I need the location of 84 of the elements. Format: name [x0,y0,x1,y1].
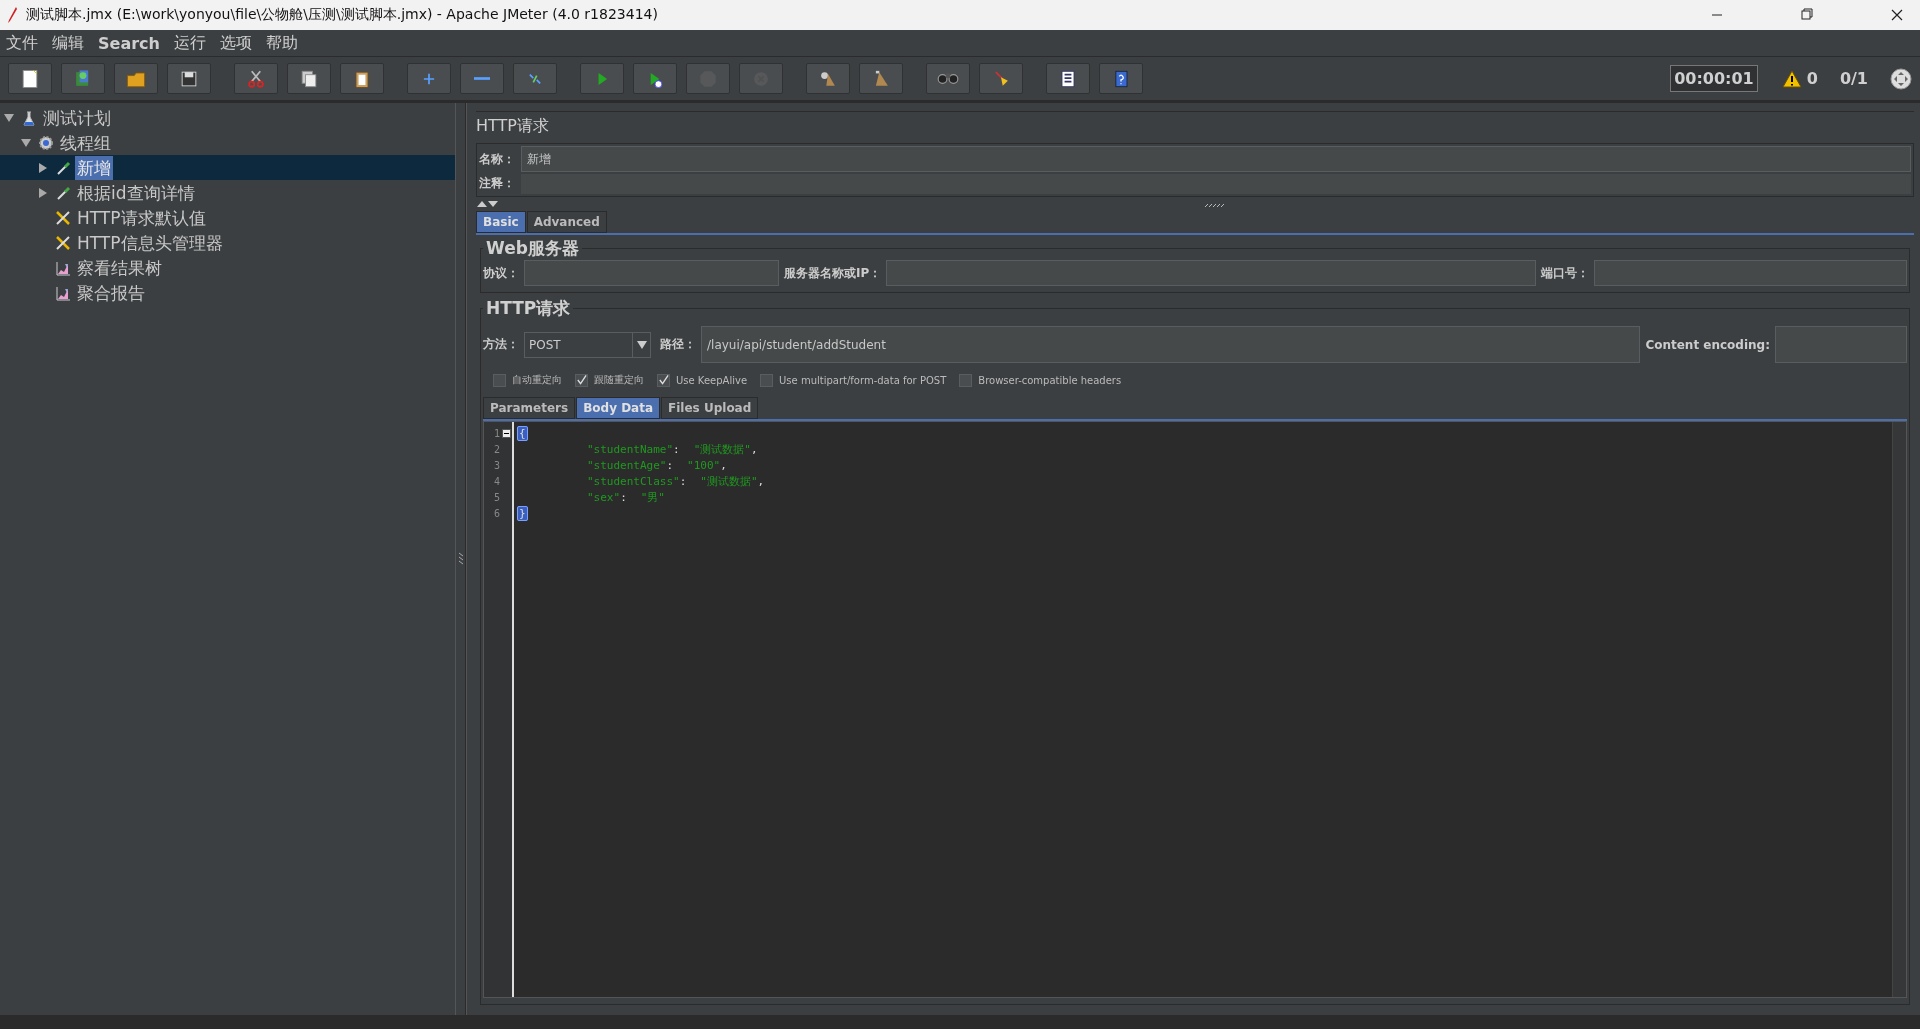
menu-item[interactable]: 运行 [173,32,206,54]
field-label: 名称： [479,150,515,168]
line-number: 6 [493,507,500,519]
tab[interactable]: Basic [476,211,526,233]
checkbox-label: 跟随重定向 [594,373,644,387]
checkbox-label: Use KeepAlive [676,374,748,386]
code-line: "studentAge": "100", [587,458,727,472]
field-label: 方法： [483,336,519,353]
line-number: 5 [493,491,500,503]
tree-item[interactable]: 测试计划 [41,105,113,130]
panel-title: HTTP请求 [476,111,1914,143]
protocol-field[interactable] [524,260,779,286]
code-line: "sex": "男" [587,489,665,505]
path-field[interactable]: /layui/api/student/addStudent [701,326,1641,363]
code-line: "studentName": "测试数据", [587,441,758,457]
feather-icon [6,6,18,24]
field-label: 服务器名称或IP： [784,264,882,282]
toolbar-button[interactable] [1046,63,1090,94]
field-label: 注释： [479,174,515,192]
expander-icon[interactable] [38,162,48,173]
menu-item[interactable]: 编辑 [52,32,84,54]
window-title: 测试脚本.jmx (E:\work\yonyou\file\公物舱\压测\测试脚本.jmx) - Apache JMeter (4.0 r1823414) [26,6,658,24]
toolbar-button[interactable] [806,63,850,94]
binoculars-icon [937,72,959,85]
warning-count: 0 [1806,69,1818,88]
field-label: 端口号： [1541,264,1590,282]
line-number: 2 [493,443,500,455]
caret-icon [632,332,650,357]
checkbox-label: 自动重定向 [512,373,562,387]
method-dropdown[interactable]: POST [524,331,651,358]
line-number: 4 [493,475,500,487]
tree-item[interactable]: 聚合报告 [75,280,147,305]
menu-item[interactable]: 帮助 [265,32,298,54]
toolbar-button[interactable] [287,63,331,94]
toolbar-button[interactable] [234,63,278,94]
server-field[interactable] [886,260,1537,286]
tab[interactable]: Body Data [576,397,661,419]
code-line: "studentClass": "测试数据", [587,473,765,489]
menu-item[interactable]: Search [98,33,160,53]
group-title: HTTP请求 [485,297,572,320]
field-label: Content encoding: [1645,337,1770,352]
expander-icon[interactable] [4,112,14,123]
code-editor[interactable]: 1 2 3 4 5 6 { "studentName": "测试数据", "studentAge": "100", "studentClass": "测试数据", "sex": "男" } [483,421,1907,998]
port-field[interactable] [1594,260,1907,286]
tree-item[interactable]: HTTP信息头管理器 [75,230,225,255]
tree-item[interactable]: 根据id查询详情 [75,180,197,205]
name-field[interactable]: 新增 [521,146,1911,172]
splitter-grip-icon[interactable] [457,552,464,566]
group-title: Web服务器 [485,237,580,260]
minus-icon [474,77,490,80]
checkbox[interactable] [657,373,670,387]
elapsed-timer: 00:00:01 [1670,65,1758,92]
thread-count: 0/1 [1839,69,1868,88]
fold-icon[interactable] [502,428,511,438]
tree-item[interactable]: 新增 [75,155,113,180]
menu-item[interactable]: 选项 [219,32,252,54]
checkbox-label: Browser-compatible headers [978,374,1122,386]
warning-icon [1781,69,1802,88]
checkbox[interactable] [493,373,506,387]
scrollbar[interactable] [1892,422,1906,997]
checkbox[interactable] [760,373,774,387]
field-label: 路径： [660,336,696,353]
tab[interactable]: Advanced [526,211,607,233]
expander-icon[interactable] [38,187,48,198]
tree-item[interactable]: 察看结果树 [75,255,164,280]
tab[interactable]: Parameters [483,397,576,419]
line-number: 1 [493,427,500,439]
tab[interactable]: Files Upload [661,397,759,419]
toolbar-button[interactable] [340,63,384,94]
toolbar-button[interactable] [61,63,105,94]
encoding-field[interactable] [1775,326,1907,363]
tree-item[interactable]: HTTP请求默认值 [75,205,208,230]
remote-status-icon[interactable] [1890,67,1912,90]
menu-item[interactable]: 文件 [6,32,38,54]
checkbox-label: Use multipart/form-data for POST [779,374,947,386]
toolbar-button[interactable] [8,63,52,94]
expander-icon[interactable] [21,137,31,148]
toolbar-button[interactable] [114,63,158,94]
tree-item[interactable]: 线程组 [58,130,113,155]
line-number: 3 [493,459,500,471]
checkbox[interactable] [959,373,973,387]
toolbar-button[interactable] [167,63,211,94]
checkbox[interactable] [575,373,588,387]
field-label: 协议： [483,264,519,282]
